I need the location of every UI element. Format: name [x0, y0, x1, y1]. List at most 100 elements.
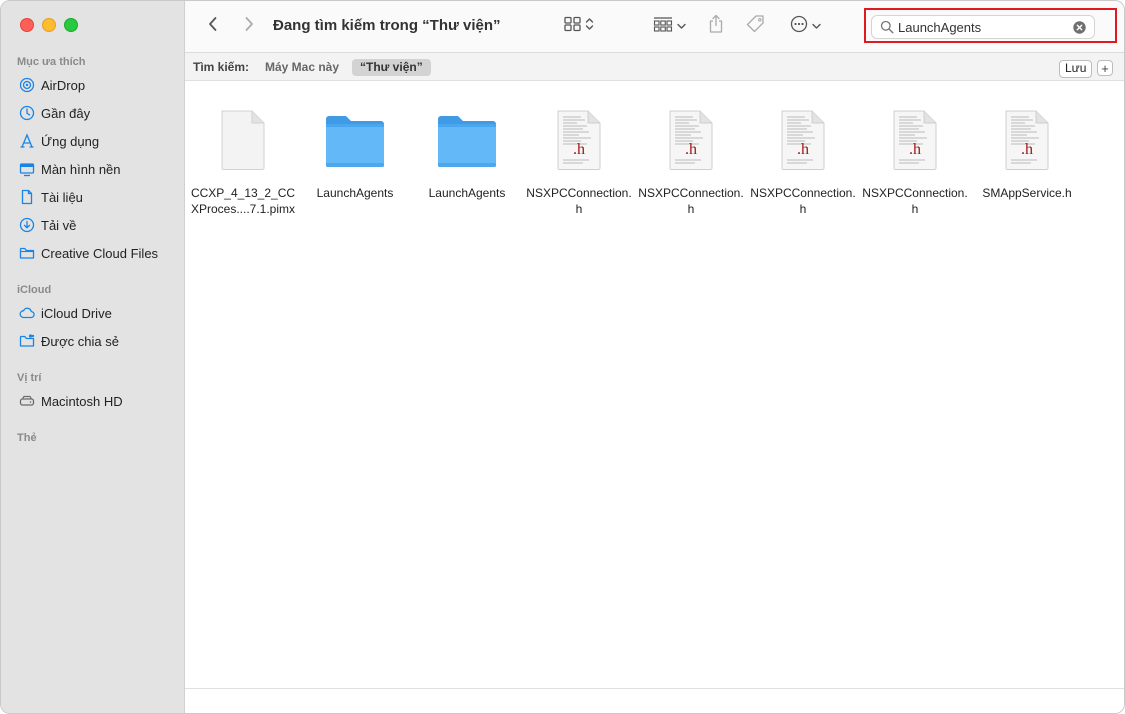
sidebar-item-recents[interactable]: Gần đây	[19, 102, 90, 124]
header-file-item[interactable]: .h NSXPCConnection.h	[635, 109, 747, 217]
updown-chevron-icon	[585, 17, 594, 36]
sidebar-item-shared[interactable]: Được chia sẻ	[19, 330, 119, 352]
close-button[interactable]	[20, 18, 34, 32]
sidebar-item-label: iCloud Drive	[41, 305, 112, 321]
group-grid-icon	[653, 16, 673, 37]
sidebar-section-icloud: iCloud	[17, 284, 52, 296]
sidebar-item-creative-cloud-files[interactable]: Creative Cloud Files	[19, 242, 158, 264]
file-item[interactable]: CCXP_4_13_2_CCXProces....7.1.pimx	[187, 109, 299, 217]
sidebar-item-label: Màn hình nền	[41, 161, 121, 177]
file-name: NSXPCConnection.h	[526, 186, 632, 216]
file-type-badge: .h	[685, 141, 697, 158]
header-file-item[interactable]: .h NSXPCConnection.h	[859, 109, 971, 217]
folder-item[interactable]: LaunchAgents	[299, 109, 411, 201]
file-name: NSXPCConnection.h	[750, 186, 856, 216]
scope-label: Tìm kiếm:	[193, 60, 250, 74]
clear-search-icon[interactable]	[1073, 21, 1086, 39]
header-file-icon: .h	[635, 109, 747, 181]
folder-icon	[19, 245, 35, 261]
file-type-badge: .h	[573, 141, 585, 158]
generic-file-icon	[187, 109, 299, 181]
clock-icon	[19, 105, 35, 121]
sidebar-item-label: AirDrop	[41, 77, 86, 93]
chevron-right-icon	[243, 16, 255, 37]
more-actions-button[interactable]	[785, 15, 825, 37]
search-scope-bar: Tìm kiếm: Máy Mac này “Thư viện” Lưu +	[185, 53, 1124, 81]
tag-button[interactable]	[745, 14, 767, 39]
download-icon	[19, 217, 35, 233]
sidebar-item-label: Creative Cloud Files	[41, 245, 159, 261]
add-criteria-button[interactable]: +	[1097, 60, 1113, 76]
file-name: NSXPCConnection.h	[862, 186, 968, 216]
cloud-icon	[19, 305, 35, 321]
tag-icon	[746, 14, 766, 39]
chevron-down-icon	[811, 17, 821, 35]
disk-icon	[19, 393, 35, 409]
forward-button[interactable]	[239, 15, 259, 37]
sidebar: Mục ưa thích AirDrop Gần đây Ứng dụng Mà…	[1, 1, 185, 713]
folder-icon	[411, 109, 523, 181]
folder-icon	[299, 109, 411, 181]
header-file-item[interactable]: .h SMAppService.h	[971, 109, 1083, 201]
search-input[interactable]: LaunchAgents	[898, 20, 981, 35]
sidebar-item-label: Ứng dụng	[41, 133, 100, 149]
sidebar-item-applications[interactable]: Ứng dụng	[19, 130, 99, 152]
sidebar-item-macintosh-hd[interactable]: Macintosh HD	[19, 390, 123, 412]
sidebar-item-icloud-drive[interactable]: iCloud Drive	[19, 302, 112, 324]
group-button[interactable]	[649, 15, 689, 37]
header-file-item[interactable]: .h NSXPCConnection.h	[747, 109, 859, 217]
search-icon	[880, 20, 894, 39]
sidebar-item-label: Tải về	[41, 217, 77, 233]
folder-item[interactable]: LaunchAgents	[411, 109, 523, 201]
path-bar	[185, 688, 1124, 713]
file-type-badge: .h	[797, 141, 809, 158]
file-name: CCXP_4_13_2_CCXProces....7.1.pimx	[190, 186, 296, 216]
file-name: LaunchAgents	[316, 186, 394, 200]
header-file-item[interactable]: .h NSXPCConnection.h	[523, 109, 635, 217]
desktop-icon	[19, 161, 35, 177]
file-type-badge: .h	[1021, 141, 1033, 158]
header-file-icon: .h	[971, 109, 1083, 181]
sidebar-item-downloads[interactable]: Tải về	[19, 214, 76, 236]
share-button[interactable]	[705, 13, 727, 39]
header-file-icon: .h	[747, 109, 859, 181]
sidebar-item-label: Macintosh HD	[41, 393, 123, 409]
finder-window: Mục ưa thích AirDrop Gần đây Ứng dụng Mà…	[0, 0, 1125, 714]
zoom-button[interactable]	[64, 18, 78, 32]
sidebar-item-airdrop[interactable]: AirDrop	[19, 74, 85, 96]
shared-folder-icon	[19, 333, 35, 349]
file-name: LaunchAgents	[428, 186, 506, 200]
airdrop-icon	[19, 77, 35, 93]
sidebar-item-label: Gần đây	[41, 105, 91, 121]
ellipsis-circle-icon	[790, 15, 808, 38]
sidebar-section-locations: Vị trí	[17, 372, 42, 384]
grid-icon	[564, 16, 582, 37]
search-field[interactable]: LaunchAgents	[871, 15, 1095, 39]
sidebar-item-documents[interactable]: Tài liệu	[19, 186, 83, 208]
results-view: CCXP_4_13_2_CCXProces....7.1.pimx Launch…	[185, 81, 1124, 688]
file-type-badge: .h	[909, 141, 921, 158]
window-title: Đang tìm kiếm trong “Thư viện”	[273, 17, 501, 34]
back-button[interactable]	[203, 15, 223, 37]
sidebar-item-label: Được chia sẻ	[41, 333, 119, 349]
share-icon	[708, 14, 724, 39]
minimize-button[interactable]	[42, 18, 56, 32]
sidebar-item-desktop[interactable]: Màn hình nền	[19, 158, 121, 180]
header-file-icon: .h	[523, 109, 635, 181]
chevron-left-icon	[207, 16, 219, 37]
sidebar-section-tags: Thẻ	[17, 432, 37, 444]
sidebar-item-label: Tài liệu	[41, 189, 83, 205]
chevron-down-icon	[676, 17, 686, 35]
view-mode-button[interactable]	[561, 15, 597, 37]
sidebar-section-favorites: Mục ưa thích	[17, 56, 86, 68]
document-icon	[19, 189, 35, 205]
file-name: SMAppService.h	[982, 186, 1072, 200]
window-controls	[20, 18, 78, 32]
apps-icon	[19, 133, 35, 149]
save-search-button[interactable]: Lưu	[1059, 60, 1093, 78]
file-name: NSXPCConnection.h	[638, 186, 744, 216]
scope-this-mac[interactable]: Máy Mac này	[265, 60, 339, 74]
toolbar: Đang tìm kiếm trong “Thư viện” LaunchAge…	[185, 1, 1124, 53]
header-file-icon: .h	[859, 109, 971, 181]
scope-library[interactable]: “Thư viện”	[352, 59, 431, 76]
